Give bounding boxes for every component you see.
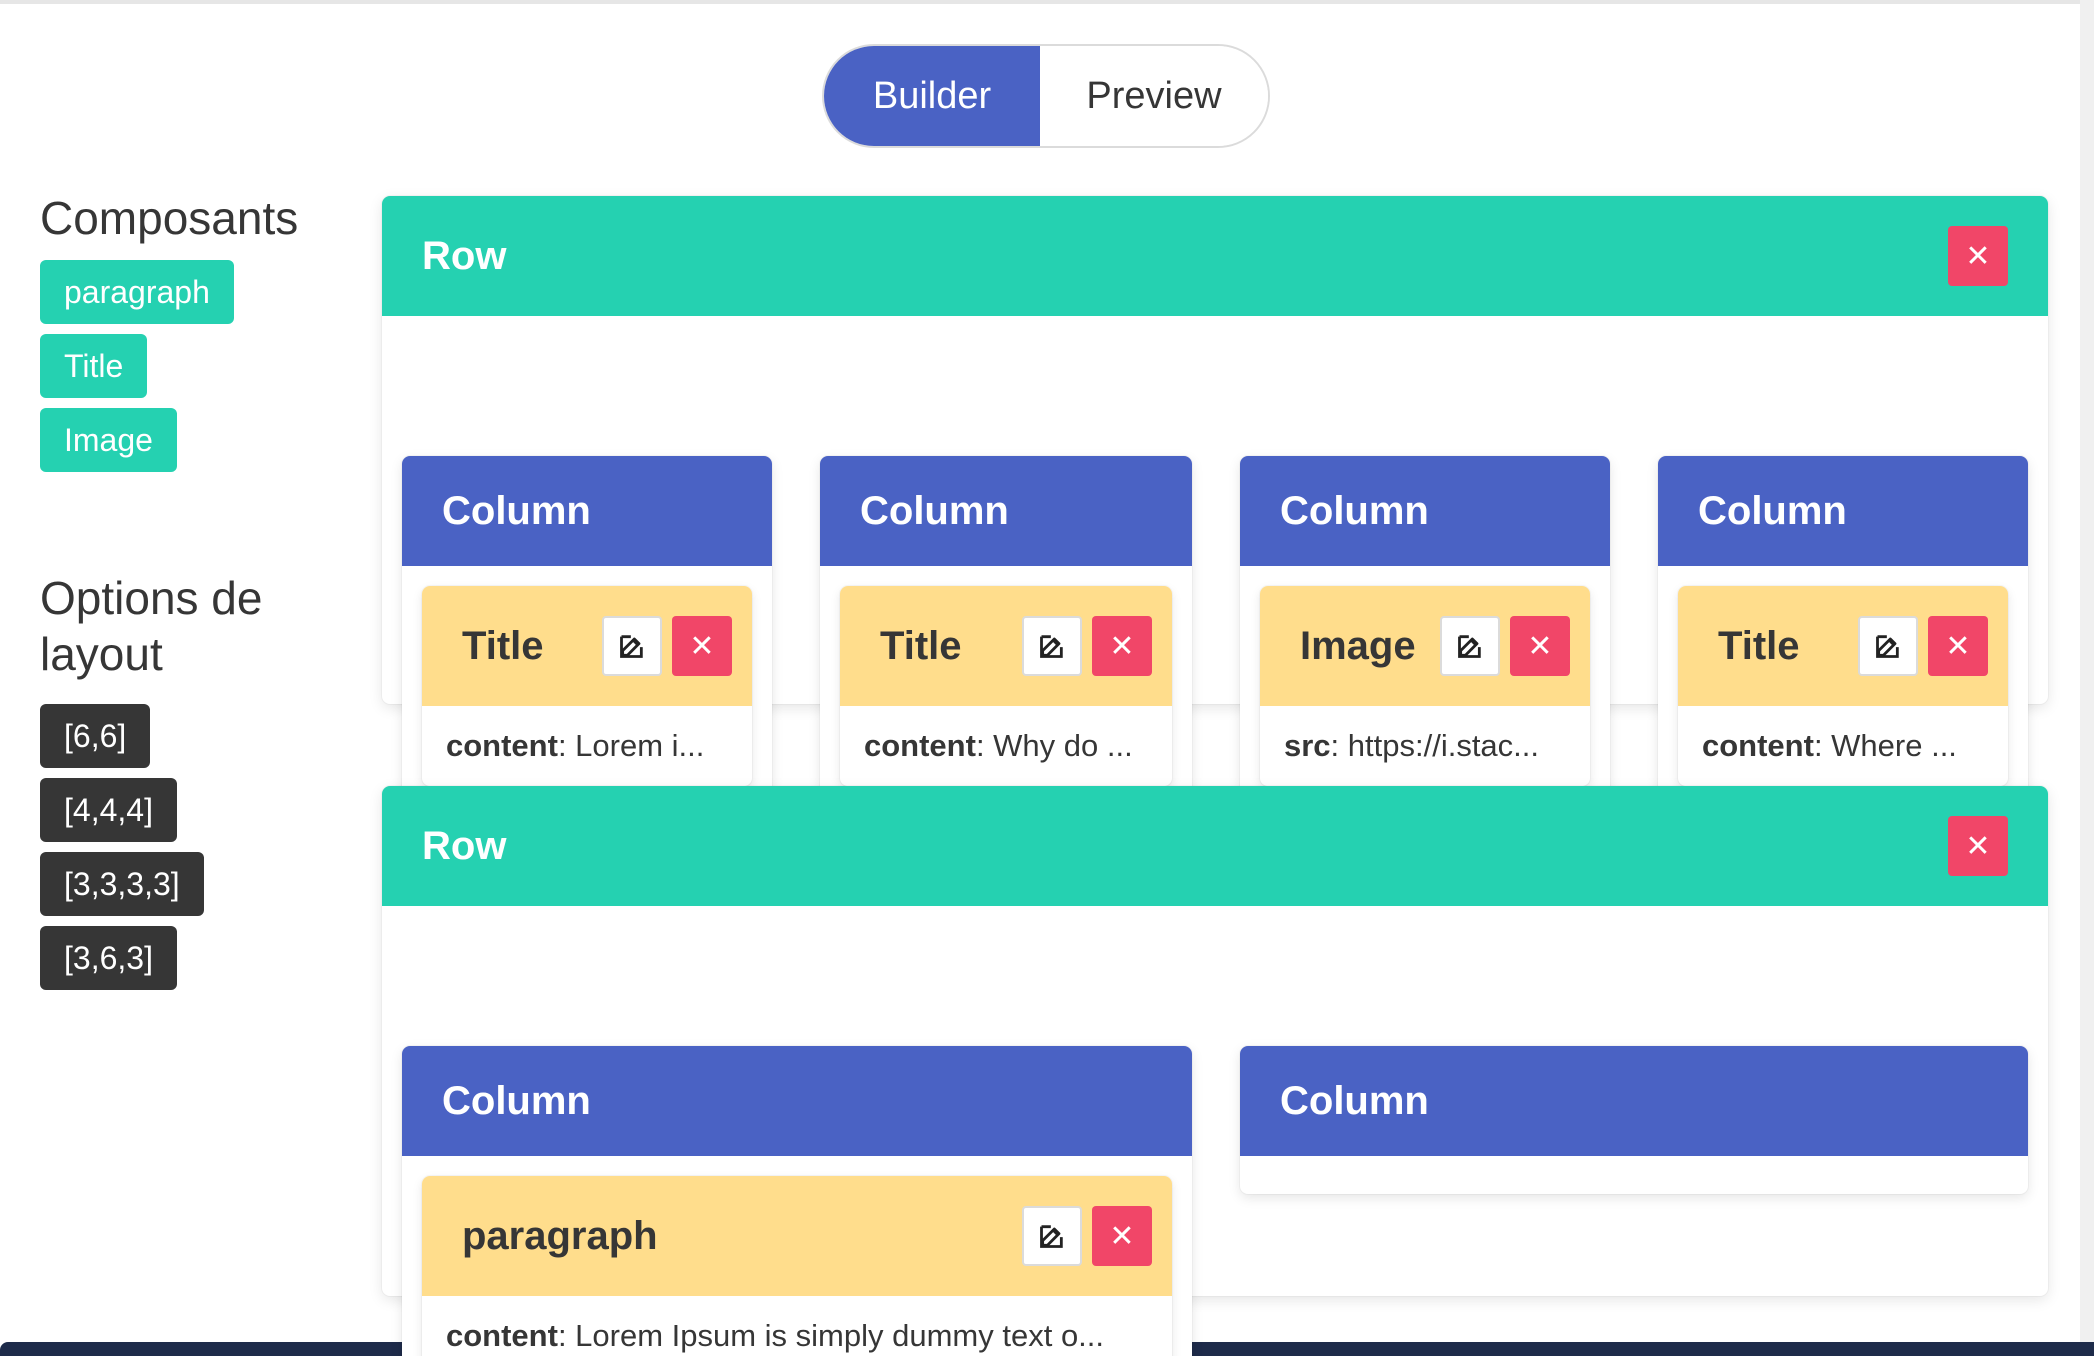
src-value: : https://i.stac... [1330, 728, 1540, 763]
content-key: content [1702, 728, 1814, 763]
delete-button[interactable]: ✕ [1510, 616, 1570, 676]
element-header: Title ✕ [1678, 586, 2008, 706]
element-title: paragraph [462, 1213, 658, 1258]
edit-button[interactable] [602, 616, 662, 676]
delete-button[interactable]: ✕ [1092, 616, 1152, 676]
element-header: paragraph ✕ [422, 1176, 1172, 1296]
window-top-border [0, 0, 2094, 4]
element-header: Image ✕ [1260, 586, 1590, 706]
element-actions: ✕ [1440, 616, 1570, 676]
content-value: : Where ... [1813, 728, 1957, 763]
element-actions: ✕ [1858, 616, 1988, 676]
element-title: Title [462, 623, 544, 668]
column-header: Column [402, 456, 772, 566]
column-header: Column [1240, 456, 1610, 566]
element-content: content: Where ... [1678, 706, 2008, 786]
mode-toggle: Builder Preview [822, 44, 1270, 148]
content-key: content [446, 728, 558, 763]
element-card: paragraph ✕ content: Lorem Ipsum is simp… [422, 1176, 1172, 1356]
row-1-delete-button[interactable]: ✕ [1948, 226, 2008, 286]
row-1-header: Row ✕ [382, 196, 2048, 316]
close-icon: ✕ [1965, 239, 1991, 273]
preview-tab[interactable]: Preview [1040, 46, 1268, 146]
row-2-title: Row [422, 823, 507, 868]
element-header: Title ✕ [422, 586, 752, 706]
row-2: Row ✕ Column paragraph ✕ content: Lorem … [382, 786, 2048, 1356]
close-icon: ✕ [1945, 629, 1971, 663]
element-actions: ✕ [602, 616, 732, 676]
delete-button[interactable]: ✕ [1092, 1206, 1152, 1266]
close-icon: ✕ [689, 629, 715, 663]
layout-3-3-3-3[interactable]: [3,3,3,3] [40, 852, 204, 916]
content-value: : Why do ... [975, 728, 1133, 763]
component-paragraph[interactable]: paragraph [40, 260, 234, 324]
edit-button[interactable] [1440, 616, 1500, 676]
edit-icon [1040, 635, 1063, 658]
edit-icon [620, 635, 643, 658]
edit-button[interactable] [1858, 616, 1918, 676]
close-icon: ✕ [1109, 1219, 1135, 1253]
row-2-delete-button[interactable]: ✕ [1948, 816, 2008, 876]
column-card: Column Title ✕ content: Where ... [1658, 456, 2028, 804]
layout-3-6-3[interactable]: [3,6,3] [40, 926, 177, 990]
layout-options-title: Options de layout [40, 572, 263, 680]
element-content: content: Lorem Ipsum is simply dummy tex… [422, 1296, 1172, 1356]
element-card: Title ✕ content: Lorem i... [422, 586, 752, 786]
content-key: content [864, 728, 976, 763]
element-title: Title [880, 623, 962, 668]
components-title: Composants [40, 192, 299, 244]
element-actions: ✕ [1022, 1206, 1152, 1266]
edit-icon [1458, 635, 1481, 658]
column-header: Column [1240, 1046, 2028, 1156]
element-title: Image [1300, 623, 1416, 668]
row-1-title: Row [422, 233, 507, 278]
element-header: Title ✕ [840, 586, 1172, 706]
close-icon: ✕ [1109, 629, 1135, 663]
close-icon: ✕ [1965, 829, 1991, 863]
column-card: Column paragraph ✕ content: Lorem Ipsum … [402, 1046, 1192, 1356]
element-title: Title [1718, 623, 1800, 668]
column-header: Column [402, 1046, 1192, 1156]
component-image[interactable]: Image [40, 408, 177, 472]
column-header: Column [820, 456, 1192, 566]
column-card: Column Title ✕ content: Why do ... [820, 456, 1192, 804]
element-content: src: https://i.stac... [1260, 706, 1590, 786]
layout-options-list: [6,6] [4,4,4] [3,3,3,3] [3,6,3] [40, 704, 340, 990]
element-content: content: Lorem i... [422, 706, 752, 786]
layout-6-6[interactable]: [6,6] [40, 704, 151, 768]
delete-button[interactable]: ✕ [672, 616, 732, 676]
column-card: Column [1240, 1046, 2028, 1194]
edit-button[interactable] [1022, 1206, 1082, 1266]
row-2-header: Row ✕ [382, 786, 2048, 906]
element-card: Title ✕ content: Why do ... [840, 586, 1172, 786]
content-value: : Lorem Ipsum is simply dummy text o... [557, 1318, 1105, 1353]
column-card: Column Image ✕ src: https://i.stac... [1240, 456, 1610, 804]
content-value: : Lorem i... [557, 728, 705, 763]
sidebar: Composants paragraph Title Image Options… [40, 190, 340, 990]
component-title[interactable]: Title [40, 334, 148, 398]
element-actions: ✕ [1022, 616, 1152, 676]
edit-icon [1876, 635, 1899, 658]
element-card: Title ✕ content: Where ... [1678, 586, 2008, 786]
edit-button[interactable] [1022, 616, 1082, 676]
edit-icon [1040, 1225, 1063, 1248]
delete-button[interactable]: ✕ [1928, 616, 1988, 676]
row-1: Row ✕ Column Title ✕ content: Lorem i... [382, 196, 2048, 804]
column-header: Column [1658, 456, 2028, 566]
content-key: content [446, 1318, 558, 1353]
element-card: Image ✕ src: https://i.stac... [1260, 586, 1590, 786]
column-card: Column Title ✕ content: Lorem i... [402, 456, 772, 804]
builder-tab[interactable]: Builder [824, 46, 1040, 146]
element-content: content: Why do ... [840, 706, 1172, 786]
window-right-edge [2080, 0, 2094, 1356]
src-key: src [1284, 728, 1331, 763]
close-icon: ✕ [1527, 629, 1553, 663]
layout-4-4-4[interactable]: [4,4,4] [40, 778, 177, 842]
components-list: paragraph Title Image [40, 260, 340, 472]
